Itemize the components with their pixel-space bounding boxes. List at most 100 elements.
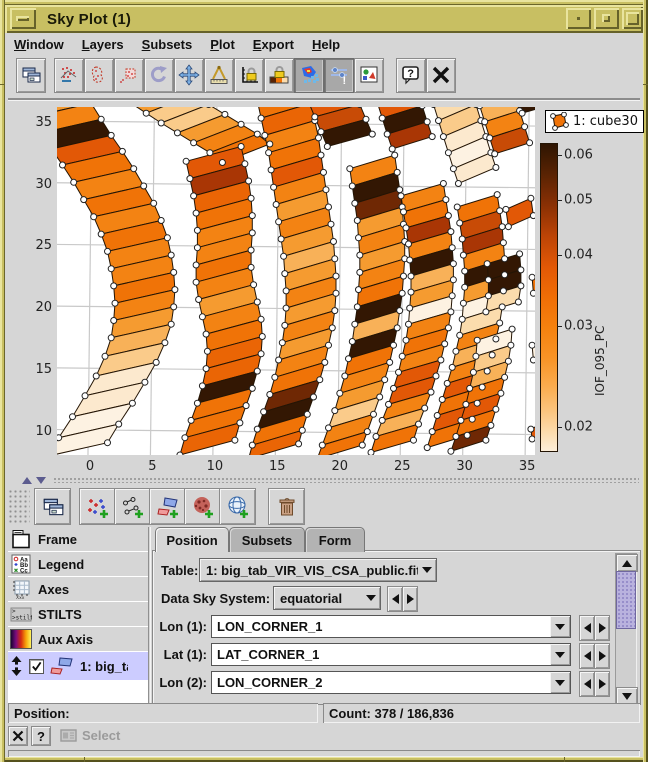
y-tick-label: 20 [12, 300, 52, 315]
legend-quad-icon [548, 112, 570, 131]
lat1-next-button[interactable] [594, 643, 610, 669]
panel-separator [148, 527, 151, 705]
menu-export[interactable]: Export [244, 35, 303, 54]
control-item-axes[interactable]: Xxx Axes [8, 577, 148, 601]
layer-visible-checkbox[interactable] [29, 659, 44, 674]
window-menu-button[interactable] [10, 8, 36, 29]
tab-position[interactable]: Position [155, 527, 229, 552]
add-spot-layer-icon [191, 495, 215, 519]
lon1-dropdown-button[interactable] [550, 616, 570, 637]
axes-control-icon: Xxx [10, 578, 32, 600]
sky-system-next-button[interactable] [402, 586, 418, 612]
tab-label: Subsets [242, 533, 293, 548]
collapse-up-icon[interactable] [22, 477, 32, 484]
window-border-left[interactable] [0, 0, 5, 762]
add-skygrid-layer-button[interactable] [219, 488, 256, 525]
lat1-dropdown-button[interactable] [550, 644, 570, 665]
menu-subsets[interactable]: Subsets [133, 35, 202, 54]
control-item-legend[interactable]: Aa Bb Cc Legend [8, 552, 148, 576]
lon1-next-button[interactable] [594, 615, 610, 641]
add-quad-layer-button[interactable] [149, 488, 186, 525]
restore-button[interactable] [594, 8, 619, 29]
reorder-arrows-icon[interactable] [10, 655, 23, 677]
aux-tick-label: 0.04 [564, 248, 593, 263]
replot-icon [148, 64, 170, 86]
menu-help[interactable]: Help [303, 35, 349, 54]
aux-lock-button[interactable] [264, 58, 294, 93]
tab-form[interactable]: Form [305, 527, 365, 552]
control-item-frame[interactable]: Frame [8, 527, 148, 551]
frame-cut [643, 84, 648, 85]
replot-button[interactable] [144, 58, 174, 93]
add-position-layer-button[interactable] [79, 488, 116, 525]
form-scrollbar[interactable] [615, 553, 637, 704]
menu-layers[interactable]: Layers [73, 35, 133, 54]
draw-subset-button[interactable] [54, 58, 84, 93]
sketch-toggle[interactable]: ! [324, 58, 354, 93]
axes-lock-button[interactable] [234, 58, 264, 93]
aux-tick-mark [557, 200, 562, 201]
control-item-aux-axis[interactable]: Aux Axis [8, 627, 148, 651]
scrollbar-thumb[interactable] [616, 571, 636, 629]
point-subset-button[interactable] [114, 58, 144, 93]
select-tool-icon [60, 729, 77, 742]
layer-item-label: 1: big_tab [80, 659, 128, 674]
sky-system-prev-button[interactable] [387, 586, 403, 612]
x-tick-label: 15 [269, 459, 286, 474]
title-bar[interactable]: Sky Plot (1) [5, 5, 643, 33]
footer-help-button[interactable]: ? [31, 726, 51, 746]
select-tool-label: Select [82, 728, 120, 743]
measure-button[interactable] [204, 58, 234, 93]
scroll-up-button[interactable] [616, 554, 638, 572]
lon1-prev-button[interactable] [579, 615, 595, 641]
blob-subset-button[interactable] [84, 58, 114, 93]
aux-visible-toggle[interactable] [294, 58, 324, 93]
axes-lock-icon [238, 64, 260, 86]
lon2-combo[interactable]: LON_CORNER_2 [211, 671, 571, 694]
help-button[interactable]: ? [396, 58, 426, 93]
maximize-button[interactable] [622, 8, 643, 29]
table-combo[interactable]: 1: big_tab_VIR_VIS_CSA_public.fits [199, 558, 437, 582]
sky-plot-canvas[interactable] [57, 107, 535, 455]
layer-item-selected[interactable]: 1: big_tab [8, 652, 148, 680]
lon2-next-button[interactable] [594, 671, 610, 697]
split-divider[interactable] [5, 473, 643, 487]
lat1-prev-button[interactable] [579, 643, 595, 669]
control-item-stilts[interactable]: > >stilts STILTS [8, 602, 148, 626]
lon2-dropdown-button[interactable] [550, 672, 570, 693]
add-spot-layer-button[interactable] [184, 488, 221, 525]
aux-colorbar [540, 143, 558, 452]
iconify-button[interactable] [566, 8, 591, 29]
pan-arrows-icon [178, 64, 200, 86]
export-image-button[interactable] [354, 58, 384, 93]
lon1-combo[interactable]: LON_CORNER_1 [211, 615, 571, 638]
measure-icon [208, 64, 230, 86]
add-pair-layer-button[interactable] [114, 488, 151, 525]
up-arrow-icon [622, 560, 632, 567]
menu-window[interactable]: Window [5, 35, 73, 54]
stack-windows-button[interactable] [16, 58, 46, 93]
y-tick-label: 15 [12, 362, 52, 377]
svg-text:!: ! [343, 75, 347, 86]
chevron-down-icon [555, 680, 565, 686]
close-button[interactable] [426, 58, 456, 93]
toolbar-drag-handle[interactable] [8, 489, 30, 524]
stack-windows-button-2[interactable] [34, 488, 71, 525]
add-pair-layer-icon [121, 495, 145, 519]
window-title: Sky Plot (1) [47, 11, 131, 28]
window-border-bottom[interactable] [0, 757, 648, 762]
sky-plot-svg[interactable] [57, 107, 535, 455]
lon2-prev-button[interactable] [579, 671, 595, 697]
collapse-down-icon[interactable] [36, 477, 46, 484]
remove-layer-button[interactable] [268, 488, 305, 525]
separator [8, 98, 640, 100]
menu-plot[interactable]: Plot [201, 35, 244, 54]
pan-mode-button[interactable] [174, 58, 204, 93]
error-dismiss-button[interactable] [8, 726, 28, 746]
add-skygrid-layer-icon [226, 495, 250, 519]
tab-subsets[interactable]: Subsets [229, 527, 305, 552]
lat1-combo[interactable]: LAT_CORNER_1 [211, 643, 571, 666]
control-item-label: Aux Axis [38, 632, 93, 647]
sky-system-combo[interactable]: equatorial [273, 586, 381, 610]
aux-gradient-icon [10, 629, 32, 649]
